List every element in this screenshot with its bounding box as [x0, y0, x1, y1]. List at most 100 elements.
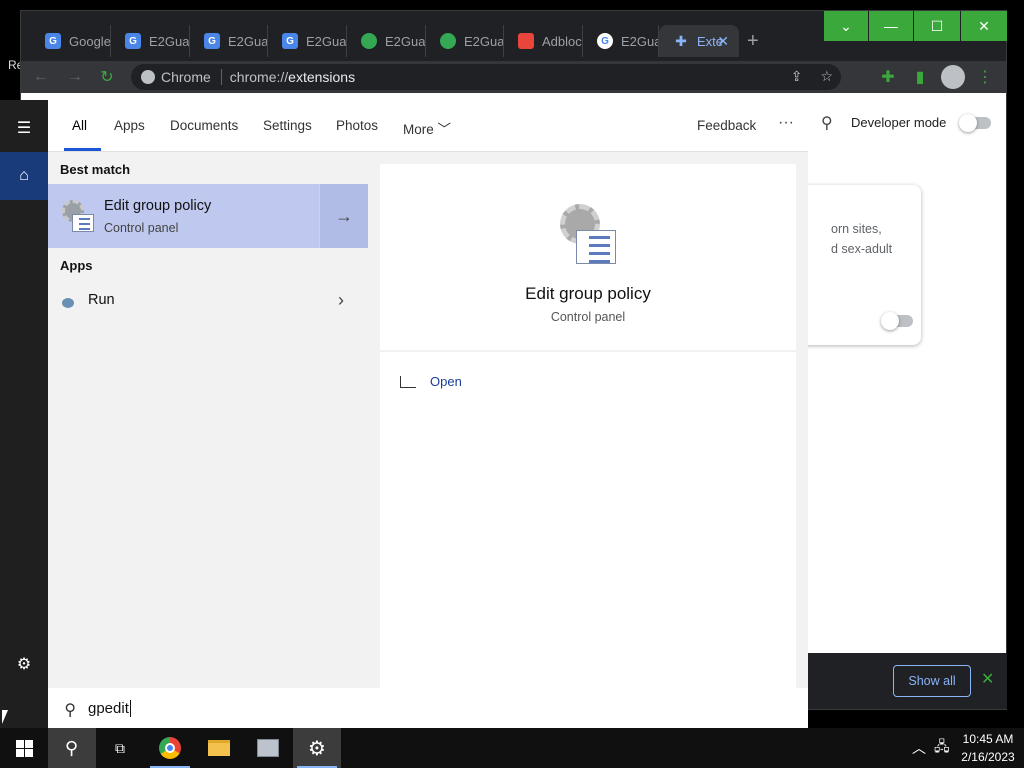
- tab-label: E2Guar: [228, 33, 268, 49]
- back-icon[interactable]: ←: [29, 65, 53, 89]
- taskbar-settings[interactable]: ⚙: [293, 728, 341, 768]
- taskbar-server-manager[interactable]: [244, 728, 292, 768]
- new-tab-button[interactable]: +: [747, 31, 759, 51]
- active-tab-indicator: [64, 148, 101, 151]
- close-window-button[interactable]: ✕: [961, 11, 1007, 41]
- feedback-link[interactable]: Feedback: [697, 118, 756, 133]
- browser-tab-active[interactable]: ✚ Exte ✕: [659, 25, 739, 57]
- browser-tab[interactable]: E2Guar: [426, 25, 504, 57]
- description-line: d sex-adult: [831, 242, 893, 256]
- taskbar-file-explorer[interactable]: [195, 728, 243, 768]
- maximize-button[interactable]: ☐: [914, 11, 960, 41]
- tab-strip: G Google G E2Guar G E2Guar G E2Guar E2Guar E…: [21, 11, 1007, 61]
- tab-all[interactable]: All: [72, 118, 87, 133]
- detail-header: Edit group policy Control panel: [380, 164, 796, 352]
- clock-date: 2/16/2023: [961, 750, 1015, 764]
- kebab-menu-icon[interactable]: ⋮: [973, 65, 997, 89]
- chrome-icon: [159, 737, 181, 759]
- open-label: Open: [430, 374, 462, 389]
- globe-icon: [361, 33, 377, 49]
- taskbar: ⚲ ⧉ ⚙ ︿ 🖧 10:45 AM 2/16/2023: [0, 728, 1024, 768]
- settings-gear-icon[interactable]: ⚙: [0, 640, 48, 688]
- browser-tab[interactable]: G E2Guar: [583, 25, 659, 57]
- clock-time: 10:45 AM: [962, 732, 1014, 746]
- group-policy-icon: [560, 204, 616, 264]
- browser-tab[interactable]: G E2Guar: [111, 25, 190, 57]
- tab-label: E2Guar: [306, 33, 347, 49]
- open-external-icon: [400, 375, 416, 388]
- close-tab-icon[interactable]: ✕: [717, 33, 729, 50]
- extension-description: orn sites, d sex-adult: [831, 219, 892, 259]
- network-status-icon: 🖧: [934, 738, 950, 754]
- network-icon[interactable]: 🖧: [934, 728, 950, 768]
- best-match-result[interactable]: Edit group policy Control panel →: [48, 184, 368, 248]
- start-side-rail: ☰ ⌂ ⚙: [0, 100, 48, 728]
- open-action[interactable]: Open: [400, 374, 462, 389]
- extension-enable-toggle[interactable]: [881, 312, 913, 330]
- tab-label: E2Guar: [621, 33, 658, 49]
- tab-photos[interactable]: Photos: [336, 118, 378, 133]
- translate-icon: G: [125, 33, 141, 49]
- chevron-up-icon: ︿: [912, 740, 926, 756]
- address-bar[interactable]: Chrome chrome://extensions ⇪ ☆: [131, 64, 841, 90]
- task-view-button[interactable]: ⧉: [96, 728, 144, 768]
- more-options-icon[interactable]: ···: [778, 114, 794, 132]
- reload-icon[interactable]: ↻: [95, 65, 119, 89]
- tab-label: Adbloc: [542, 33, 582, 49]
- share-icon[interactable]: ⇪: [791, 68, 803, 85]
- translate-icon: G: [282, 33, 298, 49]
- tab-label: E2Guar: [149, 33, 190, 49]
- taskbar-chrome[interactable]: [146, 728, 194, 768]
- url-text: chrome://extensions: [222, 69, 355, 85]
- developer-mode-toggle[interactable]: [959, 114, 991, 132]
- search-icon: ⚲: [64, 702, 76, 719]
- tab-apps[interactable]: Apps: [114, 118, 145, 133]
- browser-tab[interactable]: G E2Guar: [190, 25, 268, 57]
- adblock-icon: [518, 33, 534, 49]
- browser-tab[interactable]: G E2Guar: [268, 25, 347, 57]
- search-icon: ⚲: [65, 737, 79, 758]
- close-icon[interactable]: ✕: [981, 669, 994, 689]
- tab-documents[interactable]: Documents: [170, 118, 238, 133]
- best-match-item[interactable]: Edit group policy Control panel: [48, 184, 319, 248]
- bookmark-star-icon[interactable]: ☆: [820, 68, 833, 85]
- show-hidden-icons[interactable]: ︿: [912, 728, 926, 768]
- tab-label: E2Guar: [464, 33, 504, 49]
- extension-card: orn sites, d sex-adult: [791, 185, 921, 345]
- minimize-button[interactable]: —: [869, 11, 913, 41]
- search-results: Best match Edit group policy Control pan…: [48, 152, 368, 688]
- system-clock[interactable]: 10:45 AM 2/16/2023: [958, 730, 1018, 766]
- tab-label: Google: [69, 33, 111, 49]
- gear-icon: ⚙: [308, 737, 326, 760]
- best-match-heading: Best match: [60, 162, 131, 177]
- tab-settings[interactable]: Settings: [263, 118, 312, 133]
- detail-subtitle: Control panel: [550, 310, 626, 324]
- forward-icon[interactable]: →: [63, 65, 87, 89]
- tab-more[interactable]: More ﹀: [403, 118, 451, 138]
- search-query[interactable]: gpedit: [88, 699, 131, 717]
- download-bar: Show all ✕: [781, 653, 1007, 709]
- extensions-puzzle-icon[interactable]: ✚: [876, 65, 900, 89]
- browser-tab[interactable]: Adbloc: [504, 25, 583, 57]
- result-title: Edit group policy: [104, 198, 212, 214]
- start-button[interactable]: [0, 728, 48, 768]
- profile-avatar[interactable]: [941, 65, 965, 89]
- chrome-icon: [141, 70, 155, 84]
- hamburger-menu-icon[interactable]: ☰: [0, 104, 48, 152]
- show-all-button[interactable]: Show all: [893, 665, 971, 697]
- search-icon[interactable]: ⚲: [821, 113, 833, 133]
- tab-search-button[interactable]: ⌄: [824, 11, 868, 41]
- search-input[interactable]: ⚲ gpedit: [48, 688, 808, 728]
- result-subtitle: Control panel: [104, 221, 179, 235]
- arrow-right-icon[interactable]: →: [320, 184, 368, 248]
- chevron-right-icon[interactable]: ›: [338, 290, 344, 311]
- search-button[interactable]: ⚲: [48, 728, 96, 768]
- globe-icon: [440, 33, 456, 49]
- browser-tab[interactable]: G Google: [31, 25, 111, 57]
- home-icon[interactable]: ⌂: [0, 152, 48, 200]
- side-panel-icon[interactable]: ▮: [908, 65, 932, 89]
- site-chip[interactable]: Chrome: [141, 69, 222, 85]
- list-item[interactable]: Run ›: [48, 286, 368, 322]
- browser-tab[interactable]: E2Guar: [347, 25, 426, 57]
- chevron-down-icon: ﹀: [437, 122, 452, 137]
